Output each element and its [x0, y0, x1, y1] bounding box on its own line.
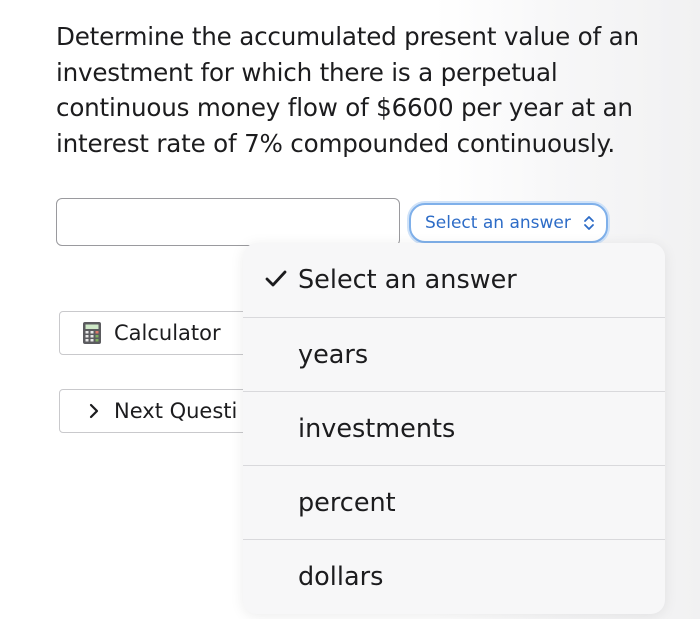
menu-option-investments[interactable]: investments: [243, 391, 665, 465]
question-line: continuous money flow of $6600 per year …: [56, 93, 633, 122]
menu-option-select-an-answer[interactable]: Select an answer: [243, 243, 665, 317]
chevron-right-icon: [89, 403, 99, 419]
chevron-up-down-icon: [584, 216, 594, 230]
menu-option-dollars[interactable]: dollars: [243, 539, 665, 613]
question-line: investment for which there is a perpetua…: [56, 57, 558, 87]
menu-option-years[interactable]: years: [243, 317, 665, 391]
calculator-icon: [83, 322, 101, 344]
calculator-label: Calculator: [114, 321, 221, 345]
menu-option-percent[interactable]: percent: [243, 465, 665, 539]
menu-option-label: Select an answer: [298, 265, 517, 295]
question-line: interest rate of 7% compounded continuou…: [56, 128, 615, 158]
question-line: Determine the accumulated present value …: [56, 22, 639, 51]
checkmark-icon: [265, 270, 287, 287]
menu-option-label: investments: [298, 413, 456, 444]
menu-option-label: percent: [298, 487, 396, 518]
menu-option-label: dollars: [298, 561, 384, 592]
unit-select[interactable]: Select an answer: [409, 203, 608, 243]
next-question-label: Next Questi: [114, 399, 238, 423]
menu-option-label: years: [298, 339, 369, 370]
unit-options-menu: Select an answer years investments perce…: [243, 243, 665, 614]
unit-select-label: Select an answer: [425, 213, 571, 233]
question-text: Determine the accumulated present value …: [56, 19, 666, 161]
answer-input[interactable]: [56, 198, 400, 246]
